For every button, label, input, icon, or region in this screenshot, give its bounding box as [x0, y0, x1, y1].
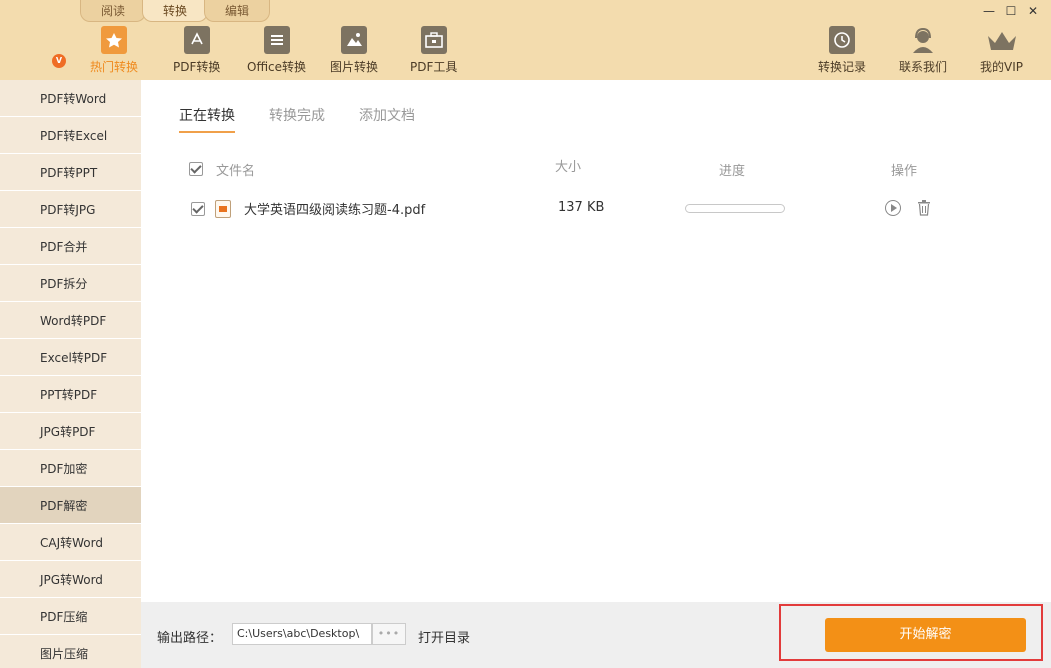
nav-hot-convert[interactable]: 热门转换 [90, 26, 138, 75]
trash-icon[interactable] [917, 200, 931, 216]
nav-my-vip[interactable]: 我的VIP [980, 26, 1023, 75]
nav-label: 转换记录 [818, 60, 867, 74]
sidebar-item-pdf-compress[interactable]: PDF压缩 [0, 598, 141, 635]
sidebar-item-caj-to-word[interactable]: CAJ转Word [0, 524, 141, 561]
row-checkbox[interactable] [191, 202, 205, 216]
headset-icon [910, 26, 936, 54]
select-all-checkbox[interactable] [189, 162, 203, 176]
file-size: 137 KB [558, 200, 605, 215]
header-operations: 操作 [891, 164, 918, 179]
sidebar-item-pdf-to-excel[interactable]: PDF转Excel [0, 117, 141, 154]
top-tabs: 阅读 转换 编辑 [80, 0, 270, 22]
sidebar-item-image-compress[interactable]: 图片压缩 [0, 635, 141, 668]
top-header: 阅读 转换 编辑 — ☐ ✕ V 热门转换 PDF转换 Office转换 图片转… [0, 0, 1051, 80]
start-decrypt-button[interactable]: 开始解密 [825, 618, 1026, 652]
sidebar-item-pdf-to-jpg[interactable]: PDF转JPG [0, 191, 141, 228]
output-path-field[interactable]: C:\Users\abc\Desktop\ [232, 623, 372, 645]
nav-convert-history[interactable]: 转换记录 [818, 26, 866, 75]
header-progress: 进度 [719, 164, 746, 179]
bottom-bar: 输出路径： C:\Users\abc\Desktop\ ••• 打开目录 开始解… [141, 602, 1051, 668]
toolbox-icon [420, 26, 447, 54]
vip-badge-icon: V [52, 54, 66, 68]
subtabs: 正在转换 转换完成 添加文档 [179, 105, 415, 133]
sidebar-item-pdf-to-word[interactable]: PDF转Word [0, 80, 141, 117]
tab-convert[interactable]: 转换 [142, 0, 208, 22]
crown-icon [987, 26, 1016, 54]
document-icon [263, 26, 290, 54]
nav-label: 图片转换 [330, 60, 379, 74]
image-icon [341, 26, 367, 54]
progress-bar [685, 204, 785, 213]
sidebar-item-ppt-to-pdf[interactable]: PPT转PDF [0, 376, 141, 413]
sidebar-item-pdf-split[interactable]: PDF拆分 [0, 265, 141, 302]
nav-image-convert[interactable]: 图片转换 [330, 26, 378, 75]
header-filename: 文件名 [216, 164, 256, 179]
tab-completed[interactable]: 转换完成 [269, 105, 325, 133]
nav-pdf-convert[interactable]: PDF转换 [173, 26, 220, 75]
maximize-icon[interactable]: ☐ [1005, 4, 1017, 18]
file-name: 大学英语四级阅读练习题-4.pdf [244, 203, 426, 218]
clock-icon [829, 26, 855, 54]
tab-read[interactable]: 阅读 [80, 0, 146, 22]
nav-pdf-tools[interactable]: PDF工具 [410, 26, 457, 75]
nav-label: PDF工具 [410, 60, 458, 74]
close-icon[interactable]: ✕ [1027, 4, 1039, 18]
sidebar-item-word-to-pdf[interactable]: Word转PDF [0, 302, 141, 339]
tab-converting[interactable]: 正在转换 [179, 105, 235, 133]
header-size: 大小 [555, 160, 582, 175]
output-path-label: 输出路径： [157, 631, 223, 646]
pdf-icon [183, 26, 210, 54]
star-icon [101, 26, 127, 54]
sidebar-item-pdf-merge[interactable]: PDF合并 [0, 228, 141, 265]
nav-label: 联系我们 [899, 60, 948, 74]
nav-label: 热门转换 [90, 60, 139, 74]
nav-office-convert[interactable]: Office转换 [247, 26, 306, 75]
table-row: 大学英语四级阅读练习题-4.pdf 137 KB [189, 198, 949, 222]
minimize-icon[interactable]: — [983, 4, 995, 18]
sidebar-item-jpg-to-pdf[interactable]: JPG转PDF [0, 413, 141, 450]
pdf-file-icon [215, 200, 231, 218]
browse-button[interactable]: ••• [372, 623, 406, 645]
sidebar-item-jpg-to-word[interactable]: JPG转Word [0, 561, 141, 598]
play-icon[interactable] [885, 200, 901, 216]
sidebar-item-pdf-decrypt[interactable]: PDF解密 [0, 487, 141, 524]
tab-add-document[interactable]: 添加文档 [359, 105, 415, 133]
nav-label: PDF转换 [173, 60, 221, 74]
window-controls: — ☐ ✕ [983, 4, 1039, 18]
sidebar-item-pdf-to-ppt[interactable]: PDF转PPT [0, 154, 141, 191]
open-directory-link[interactable]: 打开目录 [418, 627, 470, 646]
sidebar-item-pdf-encrypt[interactable]: PDF加密 [0, 450, 141, 487]
table-header: 文件名 大小 进度 操作 [189, 160, 949, 180]
nav-contact-us[interactable]: 联系我们 [899, 26, 947, 75]
sidebar: PDF转Word PDF转Excel PDF转PPT PDF转JPG PDF合并… [0, 80, 141, 668]
main-panel: 正在转换 转换完成 添加文档 文件名 大小 进度 操作 大学英语四级阅读练习题-… [141, 80, 1051, 602]
tab-edit[interactable]: 编辑 [204, 0, 270, 22]
nav-label: 我的VIP [980, 60, 1023, 74]
nav-label: Office转换 [247, 60, 307, 74]
sidebar-item-excel-to-pdf[interactable]: Excel转PDF [0, 339, 141, 376]
